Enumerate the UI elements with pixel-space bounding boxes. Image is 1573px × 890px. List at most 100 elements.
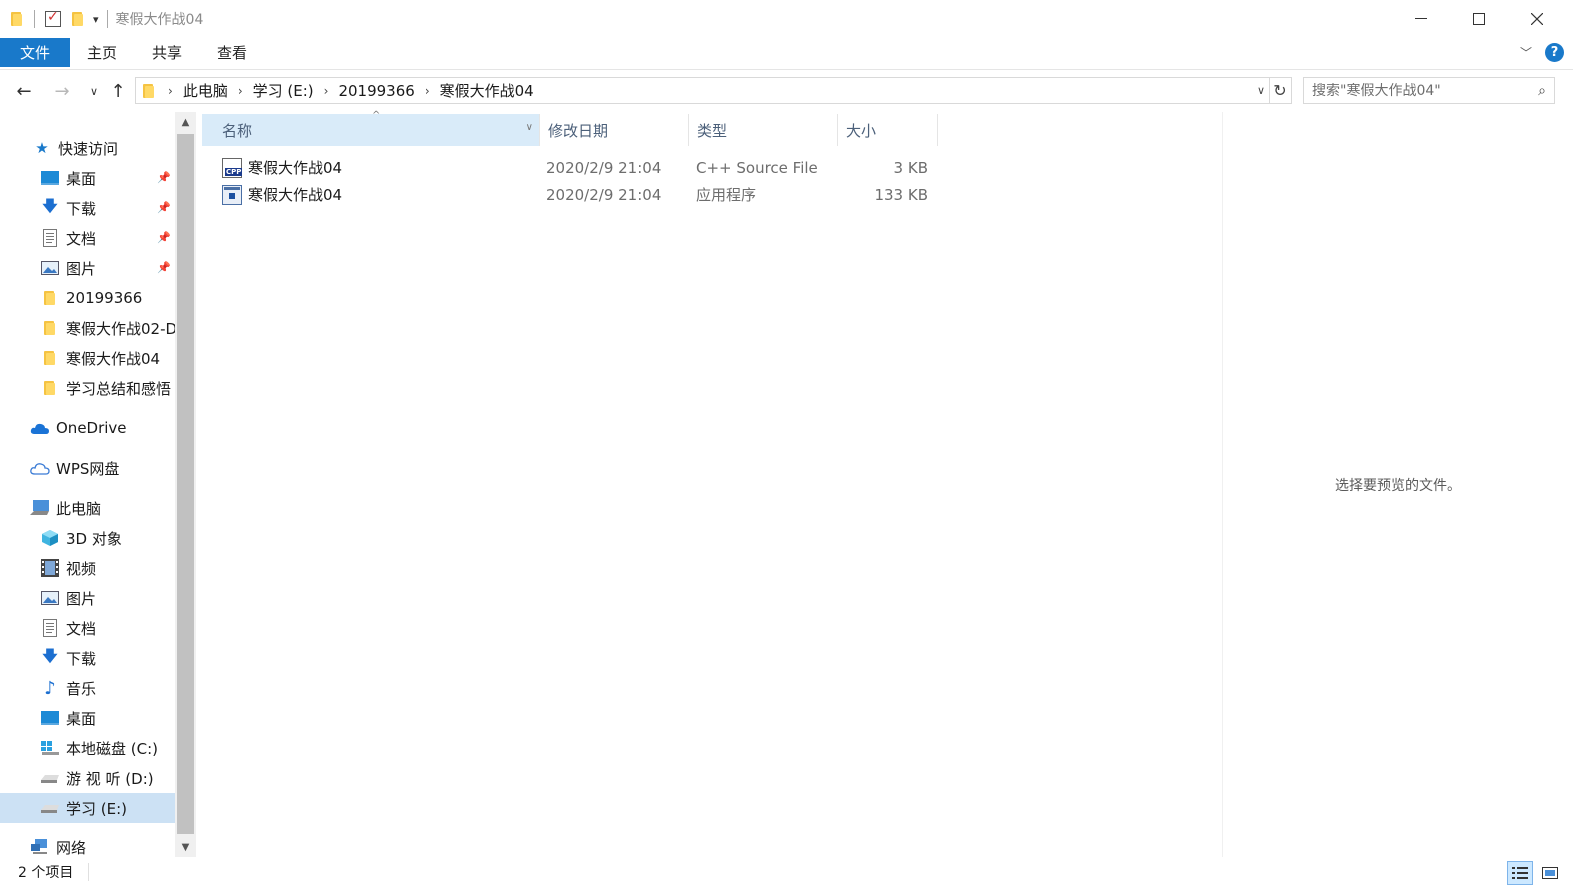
minimize-button[interactable] xyxy=(1392,0,1450,38)
new-folder-icon[interactable] xyxy=(71,11,85,27)
column-header-name[interactable]: 名称 ^ ∨ xyxy=(202,110,540,146)
breadcrumb-this-pc[interactable]: 此电脑 xyxy=(177,80,234,101)
breadcrumb-chevron-icon[interactable]: › xyxy=(320,84,333,98)
scroll-up-icon[interactable]: ▲ xyxy=(175,112,196,132)
nav-item-drive-e[interactable]: 学习 (E:) xyxy=(0,793,175,823)
nav-item-pictures[interactable]: 图片 📌 xyxy=(0,253,175,283)
exe-file-icon xyxy=(222,184,242,205)
folder-icon[interactable] xyxy=(10,11,24,27)
nav-item-drive-d[interactable]: 游 视 听 (D:) xyxy=(0,763,175,793)
nav-quick-access[interactable]: ★ 快速访问 xyxy=(0,133,175,163)
search-icon[interactable]: ⌕ xyxy=(1538,83,1546,99)
nav-item-downloads-pc[interactable]: 🡇 下载 xyxy=(0,643,175,673)
address-bar[interactable]: › 此电脑 › 学习 (E:) › 20199366 › 寒假大作战04 ∨ xyxy=(135,77,1270,104)
breadcrumb-chevron-icon[interactable]: › xyxy=(164,84,177,98)
nav-this-pc[interactable]: 此电脑 xyxy=(0,493,175,523)
nav-onedrive[interactable]: OneDrive xyxy=(0,413,175,443)
search-input[interactable] xyxy=(1312,82,1522,99)
nav-network[interactable]: 网络 xyxy=(0,832,175,857)
nav-label: 快速访问 xyxy=(58,139,119,158)
cloud-icon xyxy=(30,418,50,438)
refresh-icon: ↻ xyxy=(1273,81,1287,100)
column-filter-chevron-icon[interactable]: ∨ xyxy=(526,122,533,133)
windows-drive-icon xyxy=(40,738,60,758)
up-button[interactable]: ↑ xyxy=(106,78,130,104)
scrollbar-thumb[interactable] xyxy=(177,134,194,834)
tab-view[interactable]: 查看 xyxy=(200,38,264,67)
help-icon[interactable]: ? xyxy=(1545,43,1564,62)
close-button[interactable] xyxy=(1508,0,1566,38)
table-row[interactable]: 寒假大作战04 2020/2/9 21:04 C++ Source File 3… xyxy=(200,154,940,181)
nav-label: 桌面 xyxy=(66,709,97,728)
title-bar: ▾ 寒假大作战04 xyxy=(0,0,1573,38)
folder-icon xyxy=(40,378,60,398)
scroll-down-icon[interactable]: ▼ xyxy=(175,837,196,857)
nav-item-documents-pc[interactable]: 文档 xyxy=(0,613,175,643)
3d-objects-icon xyxy=(40,528,60,548)
breadcrumb-chevron-icon[interactable]: › xyxy=(234,84,247,98)
file-name-cell[interactable]: 寒假大作战04 xyxy=(222,181,342,208)
pin-icon[interactable]: 📌 xyxy=(157,231,171,244)
nav-item-documents[interactable]: 文档 📌 xyxy=(0,223,175,253)
pin-icon[interactable]: 📌 xyxy=(157,171,171,184)
nav-item-folder-summary[interactable]: 学习总结和感悟 xyxy=(0,373,175,403)
forward-arrow-icon: → xyxy=(54,80,70,102)
nav-item-desktop[interactable]: 桌面 📌 xyxy=(0,163,175,193)
nav-label: 游 视 听 (D:) xyxy=(66,769,154,788)
recent-locations-button[interactable]: ∨ xyxy=(82,78,106,104)
large-icons-view-button[interactable] xyxy=(1537,861,1563,885)
file-name-cell[interactable]: 寒假大作战04 xyxy=(222,154,342,181)
column-header-size[interactable]: 大小 xyxy=(838,114,938,146)
properties-icon[interactable] xyxy=(45,9,61,27)
file-size: 3 KB xyxy=(893,158,928,177)
nav-item-desktop-pc[interactable]: 桌面 xyxy=(0,703,175,733)
nav-item-3d-objects[interactable]: 3D 对象 xyxy=(0,523,175,553)
navigation-pane-scrollbar[interactable]: ▲ ▼ xyxy=(175,112,196,857)
download-icon: 🡇 xyxy=(42,196,58,215)
column-label: 类型 xyxy=(697,121,728,140)
nav-item-downloads[interactable]: 🡇 下载 📌 xyxy=(0,193,175,223)
nav-item-pictures-pc[interactable]: 图片 xyxy=(0,583,175,613)
breadcrumb-folder-20199366[interactable]: 20199366 xyxy=(332,82,420,100)
details-view-button[interactable] xyxy=(1507,861,1533,885)
nav-label: 桌面 xyxy=(66,169,97,188)
pin-icon[interactable]: 📌 xyxy=(157,261,171,274)
column-label: 名称 xyxy=(222,121,253,140)
tab-share[interactable]: 共享 xyxy=(134,38,200,67)
large-icons-view-icon xyxy=(1542,867,1558,879)
column-header-modified[interactable]: 修改日期 xyxy=(540,114,689,146)
column-header-type[interactable]: 类型 xyxy=(689,114,838,146)
back-button[interactable]: ← xyxy=(12,78,36,104)
nav-item-folder-02[interactable]: 寒假大作战02-D xyxy=(0,313,175,343)
pin-icon[interactable]: 📌 xyxy=(157,201,171,214)
nav-item-folder-20199366[interactable]: 20199366 xyxy=(0,283,175,313)
maximize-button[interactable] xyxy=(1450,0,1508,38)
nav-label: 下载 xyxy=(66,199,97,218)
nav-wps-drive[interactable]: WPS网盘 xyxy=(0,453,175,483)
customize-toolbar-icon[interactable]: ▾ xyxy=(93,13,99,26)
breadcrumb-drive-e[interactable]: 学习 (E:) xyxy=(247,80,320,101)
breadcrumb-chevron-icon[interactable]: › xyxy=(421,84,434,98)
nav-item-drive-c[interactable]: 本地磁盘 (C:) xyxy=(0,733,175,763)
refresh-button[interactable]: ↻ xyxy=(1269,77,1292,104)
nav-label: 学习总结和感悟 xyxy=(66,379,172,398)
computer-icon xyxy=(30,498,50,518)
tab-file[interactable]: 文件 xyxy=(0,38,70,67)
forward-button[interactable]: → xyxy=(50,78,74,104)
nav-item-music[interactable]: ♪ 音乐 xyxy=(0,673,175,703)
address-dropdown-icon[interactable]: ∨ xyxy=(1257,84,1265,97)
breadcrumb-current-folder[interactable]: 寒假大作战04 xyxy=(434,80,540,101)
nav-label: 3D 对象 xyxy=(66,529,122,548)
video-icon xyxy=(40,558,60,578)
nav-label: 寒假大作战02-D xyxy=(66,319,175,338)
tab-home[interactable]: 主页 xyxy=(70,38,134,67)
search-box[interactable]: ⌕ xyxy=(1303,77,1555,104)
expand-ribbon-icon[interactable]: ﹀ xyxy=(1520,44,1532,61)
nav-label: 视频 xyxy=(66,559,97,578)
table-row[interactable]: 寒假大作战04 2020/2/9 21:04 应用程序 133 KB xyxy=(200,181,940,208)
nav-item-folder-04[interactable]: 寒假大作战04 xyxy=(0,343,175,373)
nav-label: OneDrive xyxy=(56,419,127,437)
nav-label: 本地磁盘 (C:) xyxy=(66,739,158,758)
nav-label: 此电脑 xyxy=(56,499,102,518)
nav-item-videos[interactable]: 视频 xyxy=(0,553,175,583)
